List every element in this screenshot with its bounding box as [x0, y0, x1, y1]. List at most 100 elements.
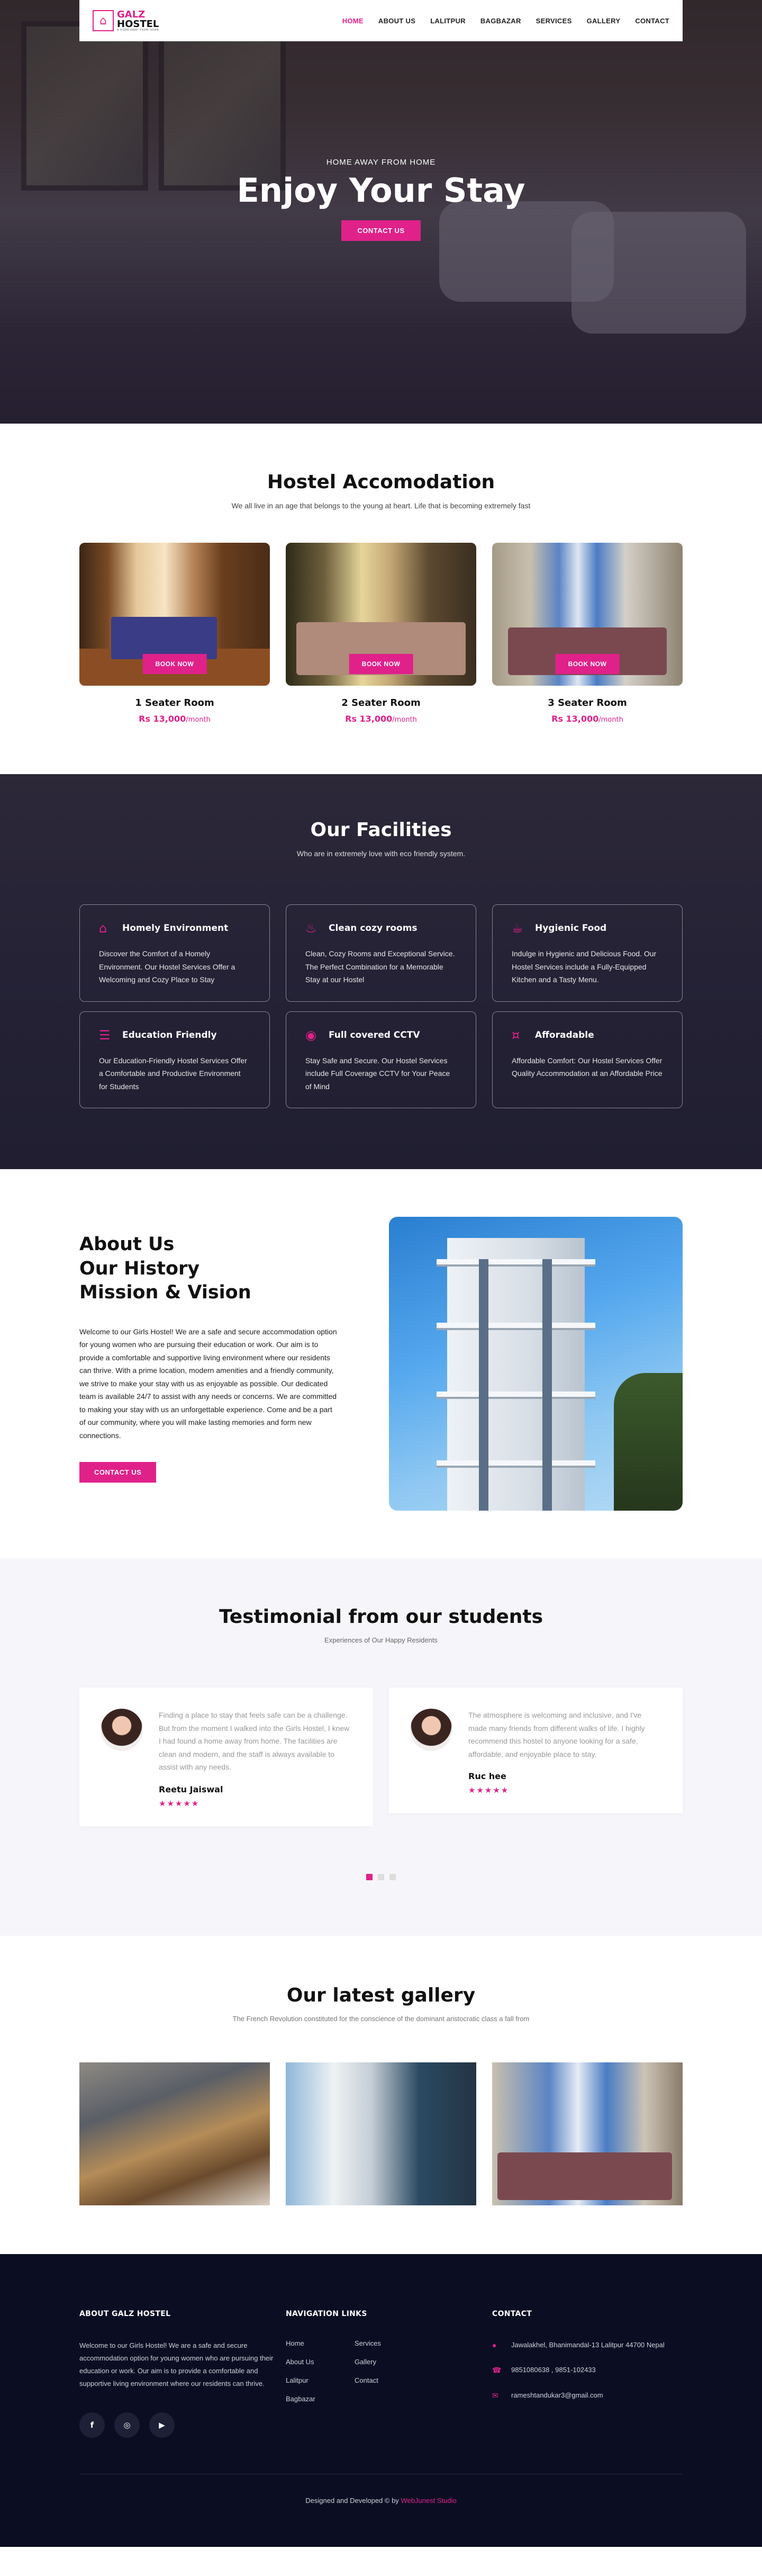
avatar: [101, 1709, 143, 1751]
room-name: 3 Seater Room: [548, 697, 627, 708]
footer-about-title: ABOUT GALZ HOSTEL: [79, 2309, 171, 2318]
nav-contact[interactable]: CONTACT: [635, 17, 669, 25]
nav-bagbazar[interactable]: BAGBAZAR: [480, 17, 521, 25]
footer-link-lalitpur[interactable]: Lalitpur: [286, 2376, 355, 2384]
nav-lalitpur[interactable]: LALITPUR: [430, 17, 466, 25]
book-now-button[interactable]: BOOK NOW: [142, 654, 207, 674]
hero-subtitle: HOME AWAY FROM HOME: [326, 158, 436, 167]
facility-text: Affordable Comfort: Our Hostel Services …: [512, 1056, 663, 1078]
facility-text: Indulge in Hygienic and Delicious Food. …: [512, 949, 657, 984]
room-image: BOOK NOW: [79, 543, 270, 686]
nav-services[interactable]: SERVICES: [536, 17, 572, 25]
carousel-dot[interactable]: [366, 1873, 373, 1880]
testimonials-section: Testimonial from our students Experience…: [0, 1558, 762, 1936]
logo-mark-icon: ⌂: [93, 10, 114, 31]
about-contact-button[interactable]: CONTACT US: [79, 1462, 157, 1483]
facility-title: Hygienic Food: [535, 923, 607, 934]
footer-nav-title: NAVIGATION LINKS: [286, 2309, 367, 2318]
facility-card: ⌂ Homely Environment Discover the Comfort…: [79, 904, 270, 1002]
gallery-image[interactable]: [79, 2062, 270, 2205]
hero-title: Enjoy Your Stay: [237, 171, 525, 210]
footer-link-gallery[interactable]: Gallery: [355, 2358, 423, 2366]
footer-link-home[interactable]: Home: [286, 2339, 355, 2347]
facilities-section: Our Facilities Who are in extremely love…: [0, 774, 762, 1169]
about-title: About Us Our History Mission & Vision: [79, 1234, 251, 1303]
facility-card: ¤ Afforadable Affordable Comfort: Our Hos…: [492, 1011, 683, 1108]
avatar: [410, 1709, 452, 1751]
credit-link[interactable]: WebJunest Studio: [401, 2497, 456, 2505]
room-card: BOOK NOW 3 Seater Room Rs 13,000/month: [492, 543, 683, 724]
youtube-icon[interactable]: ▶: [149, 2412, 175, 2438]
logo-name-bottom: HOSTEL: [117, 18, 159, 30]
gallery-image[interactable]: [492, 2062, 683, 2205]
facility-card: ♨ Clean cozy rooms Clean, Cozy Rooms and …: [286, 904, 476, 1002]
about-section: About Us Our History Mission & Vision We…: [0, 1169, 762, 1558]
facebook-icon[interactable]: f: [79, 2412, 105, 2438]
home-icon: ⌂: [99, 921, 107, 936]
section-subtitle: We all live in an age that belongs to th…: [231, 501, 531, 510]
star-rating: ★★★★★: [468, 1785, 510, 1795]
facility-text: Stay Safe and Secure. Our Hostel Service…: [305, 1056, 450, 1091]
hostel-building-image: [389, 1217, 683, 1511]
footer-link-contact[interactable]: Contact: [355, 2376, 423, 2384]
footer-contact-title: CONTACT: [492, 2309, 532, 2318]
accomodation-section: Hostel Accomodation We all live in an ag…: [0, 424, 762, 774]
section-subtitle: The French Revolution constituted for th…: [232, 2014, 530, 2023]
logo[interactable]: ⌂ GALZ HOSTEL A HOME AWAY FROM HOME: [93, 10, 159, 32]
book-icon: ☰: [99, 1027, 111, 1043]
room-name: 1 Seater Room: [135, 697, 214, 708]
footer-link-services[interactable]: Services: [355, 2339, 423, 2347]
cctv-icon: ◉: [305, 1027, 316, 1043]
room-price: Rs 13,000/month: [345, 714, 417, 724]
facility-card: ☕ Hygienic Food Indulge in Hygienic and D…: [492, 904, 683, 1002]
top-navbar: ⌂ GALZ HOSTEL A HOME AWAY FROM HOME HOME…: [79, 0, 683, 41]
money-icon: ¤: [512, 1027, 520, 1043]
testimonial-quote: The atmosphere is welcoming and inclusiv…: [468, 1711, 645, 1758]
food-icon: ☕: [512, 921, 523, 936]
testimonial-card: Finding a place to stay that feels safe …: [79, 1688, 373, 1826]
carousel-dots: [79, 1873, 683, 1880]
facility-title: Homely Environment: [122, 923, 229, 934]
section-subtitle: Who are in extremely love with eco frien…: [296, 849, 466, 858]
nav-home[interactable]: HOME: [342, 17, 364, 25]
testimonial-card: The atmosphere is welcoming and inclusiv…: [389, 1688, 683, 1813]
gallery-section: Our latest gallery The French Revolution…: [0, 1936, 762, 2254]
book-now-button[interactable]: BOOK NOW: [555, 654, 620, 674]
room-name: 2 Seater Room: [341, 697, 421, 708]
footer-link-about-us[interactable]: About Us: [286, 2358, 355, 2366]
instagram-icon[interactable]: ◎: [114, 2412, 140, 2438]
section-title: Testimonial from our students: [219, 1606, 543, 1628]
nav-gallery[interactable]: GALLERY: [587, 17, 621, 25]
logo-name-top: GALZ: [117, 8, 146, 20]
gallery-image[interactable]: [286, 2062, 476, 2205]
testimonial-name: Reetu Jaiswal: [159, 1784, 223, 1794]
facility-title: Full covered CCTV: [329, 1029, 420, 1040]
facility-title: Afforadable: [535, 1029, 594, 1040]
contact-email[interactable]: rameshtandukar3@gmail.com: [511, 2390, 603, 2402]
testimonial-name: Ruc hee: [468, 1771, 506, 1781]
room-price: Rs 13,000/month: [551, 714, 623, 724]
carousel-dot[interactable]: [378, 1873, 384, 1880]
bed-icon: ♨: [305, 921, 317, 936]
facility-text: Clean, Cozy Rooms and Exceptional Servic…: [305, 949, 455, 984]
footer-credit: Designed and Developed © by WebJunest St…: [79, 2473, 683, 2505]
carousel-dot[interactable]: [389, 1873, 396, 1880]
facility-text: Our Education-Friendly Hostel Services O…: [99, 1056, 247, 1091]
room-card: BOOK NOW 1 Seater Room Rs 13,000/month: [79, 543, 270, 724]
book-now-button[interactable]: BOOK NOW: [349, 654, 413, 674]
phone-icon: ☎: [492, 2366, 502, 2375]
contact-address: Jawalakhel, Bhanimandal-13 Lalitpur 4470…: [511, 2340, 665, 2349]
logo-tagline: A HOME AWAY FROM HOME: [117, 28, 159, 32]
email-icon: ✉: [492, 2391, 498, 2400]
contact-phone[interactable]: 9851080638 , 9851-102433: [511, 2364, 596, 2377]
section-title: Our latest gallery: [286, 1984, 476, 2006]
facility-title: Clean cozy rooms: [329, 923, 418, 934]
hero-contact-button[interactable]: CONTACT US: [341, 220, 421, 241]
facility-card: ☰ Education Friendly Our Education-Friend…: [79, 1011, 270, 1108]
footer-link-bagbazar[interactable]: Bagbazar: [286, 2395, 355, 2403]
facility-card: ◉ Full covered CCTV Stay Safe and Secure.…: [286, 1011, 476, 1108]
about-text: Welcome to our Girls Hostel! We are a sa…: [79, 1327, 337, 1440]
location-icon: ●: [492, 2340, 497, 2349]
nav-about-us[interactable]: ABOUT US: [378, 17, 415, 25]
hero-section: HOME AWAY FROM HOME Enjoy Your Stay CONT…: [0, 0, 762, 424]
